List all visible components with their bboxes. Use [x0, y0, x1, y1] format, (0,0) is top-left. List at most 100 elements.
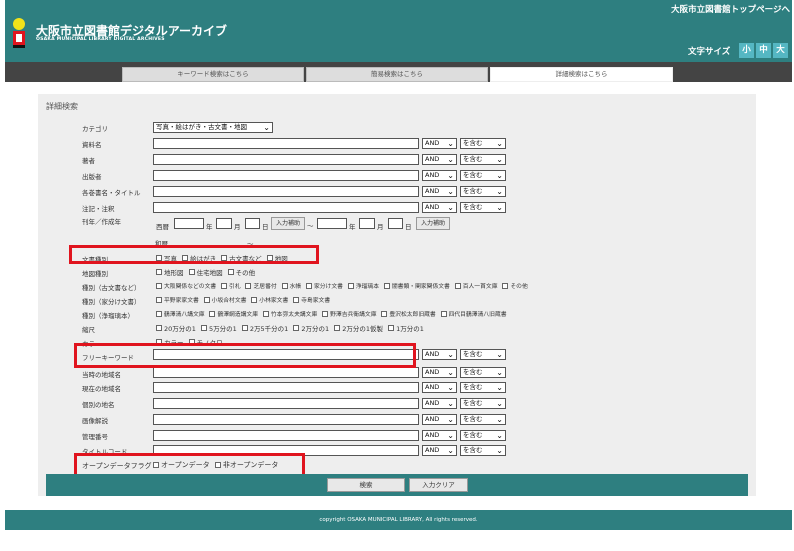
library-logo-icon[interactable] [11, 17, 29, 49]
date-from-day-input[interactable] [245, 218, 260, 229]
chevron-down-icon: ⌄ [447, 446, 454, 455]
kind-joruri-checkbox[interactable] [381, 310, 388, 317]
notes-input[interactable] [153, 202, 419, 213]
title-input[interactable] [153, 138, 419, 149]
kind-old-checkbox[interactable] [305, 282, 312, 289]
year-label: 年 [206, 223, 213, 231]
day-label: 日 [262, 223, 269, 231]
date-to-year-input[interactable] [317, 218, 347, 229]
series-input[interactable] [153, 186, 419, 197]
chevron-down-icon: ⌄ [447, 368, 454, 377]
image-desc-input[interactable] [153, 414, 419, 425]
tab-simple-search[interactable]: 簡易検索はこちら [306, 67, 488, 82]
chevron-down-icon: ⌄ [447, 171, 454, 180]
kind-joruri-checkbox[interactable] [156, 310, 162, 317]
place-old-input[interactable] [153, 367, 419, 378]
kind-joruri-checkbox[interactable] [440, 310, 447, 317]
kind-old-checkbox[interactable] [347, 282, 354, 289]
kind-old-checkbox[interactable] [156, 282, 162, 289]
place-old-match-select[interactable]: を含む ⌄ [460, 367, 506, 378]
kind-old-checkbox[interactable] [383, 282, 390, 289]
kind-old-checkbox[interactable] [454, 282, 461, 289]
font-size-small-button[interactable]: 小 [739, 43, 754, 58]
place-old-label: 当時の地域名 [82, 371, 121, 379]
scale-checkbox[interactable] [156, 325, 162, 331]
mgmt-no-label: 管理番号 [82, 433, 108, 441]
publisher-andor-select[interactable]: AND ⌄ [422, 170, 457, 181]
place-each-match-select[interactable]: を含む ⌄ [460, 398, 506, 409]
place-now-andor-select[interactable]: AND ⌄ [422, 382, 457, 393]
date-to-day-input[interactable] [388, 218, 403, 229]
author-match-select[interactable]: を含む ⌄ [460, 154, 506, 165]
kind-house-checkbox[interactable] [251, 296, 258, 303]
publisher-match-select[interactable]: を含む ⌄ [460, 170, 506, 181]
place-now-match-select[interactable]: を含む ⌄ [460, 382, 506, 393]
chevron-down-icon: ⌄ [496, 431, 503, 440]
title-code-match-select[interactable]: を含む ⌄ [460, 445, 506, 456]
month-label: 月 [234, 223, 241, 231]
scale-checkbox[interactable] [201, 325, 207, 331]
author-andor-select[interactable]: AND ⌄ [422, 154, 457, 165]
series-match-select[interactable]: を含む ⌄ [460, 186, 506, 197]
kind-joruri-checkbox[interactable] [322, 310, 329, 317]
kind-house-checkbox[interactable] [156, 296, 162, 303]
mgmt-no-input[interactable] [153, 430, 419, 441]
date-from-helper-button[interactable]: 入力補助 [271, 217, 305, 230]
kind-old-checkbox[interactable] [221, 282, 228, 289]
series-andor-select[interactable]: AND ⌄ [422, 186, 457, 197]
scale-checkbox[interactable] [241, 325, 248, 331]
chevron-down-icon: ⌄ [496, 139, 503, 148]
chevron-down-icon: ⌄ [447, 155, 454, 164]
category-select[interactable]: 写真・絵はがき・古文書・地図 ⌄ [153, 122, 273, 133]
notes-andor-select[interactable]: AND ⌄ [422, 202, 457, 213]
map-type-residential-checkbox[interactable] [188, 269, 195, 275]
kind-old-checkbox[interactable] [245, 282, 252, 289]
author-input[interactable] [153, 154, 419, 165]
scale-checkbox[interactable] [388, 325, 395, 331]
image-desc-match-select[interactable]: を含む ⌄ [460, 414, 506, 425]
kind-old-options: 大阪関係などの文書 引札 芝居番付 水帳 家分け文書 浄瑠璃本 闇書類・関家関係… [153, 281, 528, 290]
scale-checkbox[interactable] [293, 325, 300, 331]
kind-joruri-checkbox[interactable] [262, 310, 269, 317]
font-size-medium-button[interactable]: 中 [756, 43, 771, 58]
tab-keyword-search[interactable]: キーワード検索はこちら [122, 67, 304, 82]
place-each-input[interactable] [153, 398, 419, 409]
font-size-large-button[interactable]: 大 [773, 43, 788, 58]
title-andor-select[interactable]: AND ⌄ [422, 138, 457, 149]
kind-old-checkbox[interactable] [502, 282, 509, 289]
kind-joruri-checkbox[interactable] [209, 310, 216, 317]
kind-house-checkbox[interactable] [293, 296, 300, 303]
freeword-match-select[interactable]: を含む ⌄ [460, 349, 506, 360]
kind-house-checkbox[interactable] [203, 296, 210, 303]
date-from-month-input[interactable] [216, 218, 232, 229]
mgmt-no-andor-select[interactable]: AND ⌄ [422, 430, 457, 441]
chevron-down-icon: ⌄ [496, 368, 503, 377]
publisher-input[interactable] [153, 170, 419, 181]
notes-match-select[interactable]: を含む ⌄ [460, 202, 506, 213]
scale-label: 縮尺 [82, 326, 95, 334]
date-from-year-input[interactable] [174, 218, 204, 229]
date-to-month-input[interactable] [359, 218, 375, 229]
image-desc-andor-select[interactable]: AND ⌄ [422, 414, 457, 425]
scale-checkbox[interactable] [334, 325, 341, 331]
place-old-andor-select[interactable]: AND ⌄ [422, 367, 457, 378]
image-desc-label: 画像解説 [82, 417, 108, 425]
freeword-andor-select[interactable]: AND ⌄ [422, 349, 457, 360]
title-code-andor-select[interactable]: AND ⌄ [422, 445, 457, 456]
panel-title: 詳細検索 [46, 102, 78, 111]
tab-advanced-search[interactable]: 詳細検索はこちら [490, 67, 673, 82]
place-now-input[interactable] [153, 382, 419, 393]
library-top-link[interactable]: 大阪市立図書館トップページへ [671, 3, 790, 15]
place-each-andor-select[interactable]: AND ⌄ [422, 398, 457, 409]
notes-label: 注記・注釈 [82, 205, 115, 213]
date-to-helper-button[interactable]: 入力補助 [416, 217, 450, 230]
author-label: 著者 [82, 157, 95, 165]
map-type-other-checkbox[interactable] [227, 269, 234, 275]
clear-button[interactable]: 入力クリア [409, 478, 468, 492]
search-button[interactable]: 検索 [327, 478, 405, 492]
chevron-down-icon: ⌄ [496, 350, 503, 359]
map-type-topographic-checkbox[interactable] [156, 269, 162, 275]
mgmt-no-match-select[interactable]: を含む ⌄ [460, 430, 506, 441]
kind-old-checkbox[interactable] [281, 282, 288, 289]
title-match-select[interactable]: を含む ⌄ [460, 138, 506, 149]
